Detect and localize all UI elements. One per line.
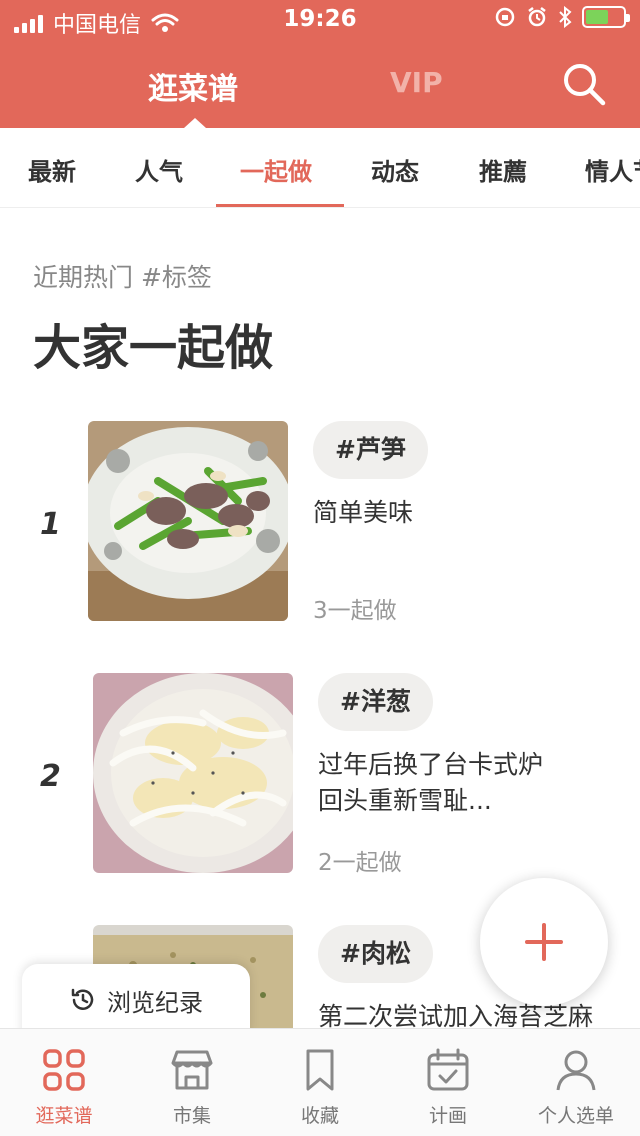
recipe-description: 简单美味 <box>313 498 414 527</box>
tab-cook-together[interactable]: 一起做 <box>240 152 312 187</box>
recipe-photo[interactable] <box>93 673 293 873</box>
bluetooth-icon <box>559 6 572 28</box>
bookmark-icon <box>306 1049 334 1091</box>
add-button[interactable] <box>480 878 608 1006</box>
search-icon[interactable] <box>560 60 608 108</box>
nav-label: 市集 <box>172 1105 211 1127</box>
section-subtitle: 近期热门 #标签 <box>33 263 212 292</box>
recipe-tag[interactable]: #芦笋 <box>313 421 428 479</box>
tab-popular[interactable]: 人气 <box>135 152 183 187</box>
tab-vip[interactable]: VIP <box>390 66 443 99</box>
top-bar: 中国电信 19:26 逛菜谱 VIP <box>0 0 640 128</box>
rank-number: 1 <box>40 507 61 542</box>
tab-recommended[interactable]: 推薦 <box>479 152 527 187</box>
alarm-icon <box>528 7 546 27</box>
history-icon <box>71 988 94 1010</box>
recipe-tag[interactable]: #肉松 <box>318 925 433 983</box>
tab-underline <box>216 204 344 207</box>
recipe-tag[interactable]: #洋葱 <box>318 673 433 731</box>
nav-label: 个人选单 <box>537 1105 614 1127</box>
calendar-icon <box>427 1048 469 1091</box>
page-title: 大家一起做 <box>33 320 274 376</box>
nav-label: 收藏 <box>300 1105 339 1127</box>
tab-latest[interactable]: 最新 <box>28 152 76 187</box>
nav-label: 计画 <box>428 1105 467 1127</box>
nav-label: 逛菜谱 <box>35 1105 93 1127</box>
recipe-description-line2: 回头重新雪耻... <box>318 786 492 815</box>
store-icon <box>171 1050 213 1090</box>
nav-browse-recipes[interactable]: 逛菜谱 <box>0 1047 128 1128</box>
status-bar: 中国电信 19:26 <box>0 0 640 40</box>
tab-feed[interactable]: 动态 <box>371 152 419 187</box>
nav-profile[interactable]: 个人选单 <box>512 1047 640 1128</box>
cook-together-count: 3一起做 <box>313 598 397 624</box>
rotation-lock-icon <box>495 7 515 27</box>
rank-number: 2 <box>40 759 61 794</box>
recipe-description: 过年后换了台卡式炉 <box>318 750 544 779</box>
cook-together-count: 2一起做 <box>318 850 402 876</box>
tab-browse-recipes[interactable]: 逛菜谱 <box>148 64 238 108</box>
nav-market[interactable]: 市集 <box>128 1047 256 1128</box>
browse-history-button[interactable]: 浏览纪录 <box>22 964 250 1036</box>
nav-favorites[interactable]: 收藏 <box>256 1047 384 1128</box>
active-tab-indicator <box>184 118 206 128</box>
browse-history-label: 浏览纪录 <box>107 988 203 1017</box>
nav-plan[interactable]: 计画 <box>384 1047 512 1128</box>
bottom-nav: 逛菜谱 市集 收藏 计画 个人选单 <box>0 1028 640 1136</box>
tab-valentines[interactable]: 情人节 <box>585 152 640 187</box>
grid-icon <box>43 1049 85 1091</box>
battery-icon <box>582 6 630 28</box>
list-item[interactable]: 2 #洋葱 过年后换了台卡式炉 回头重新雪耻... 2一起做 <box>0 673 640 876</box>
category-tabs: 最新 人气 一起做 动态 推薦 情人节 <box>0 128 640 208</box>
person-icon <box>556 1050 596 1091</box>
list-item[interactable]: 1 #芦笋 简单美味 3一起做 <box>0 421 640 624</box>
plus-icon <box>525 923 563 961</box>
recipe-photo[interactable] <box>88 421 288 621</box>
